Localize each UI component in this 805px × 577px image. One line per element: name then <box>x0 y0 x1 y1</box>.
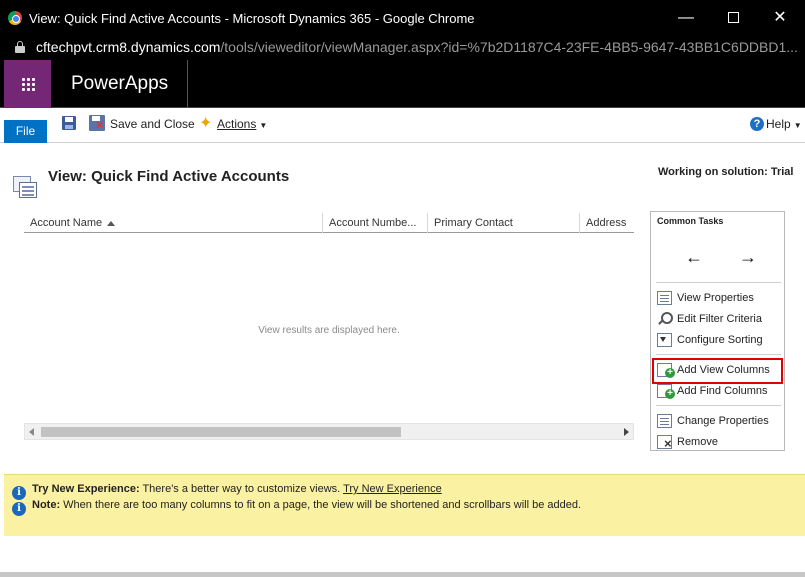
task-label: Remove <box>677 436 718 448</box>
divider <box>656 405 781 406</box>
notice-label: Try New Experience: <box>32 483 140 495</box>
add-find-column-icon <box>657 384 675 399</box>
chevron-down-icon: ▼ <box>259 121 268 130</box>
sort-ascending-icon <box>107 220 116 226</box>
view-properties-icon <box>657 291 672 305</box>
lock-icon <box>15 41 25 53</box>
browser-title-bar: View: Quick Find Active Accounts - Micro… <box>0 0 805 36</box>
filter-icon <box>657 312 673 326</box>
scroll-left-icon[interactable] <box>29 428 34 436</box>
column-header-primary-contact[interactable]: Primary Contact <box>427 213 579 233</box>
waffle-icon <box>21 77 35 91</box>
task-label: Change Properties <box>677 415 769 427</box>
file-tab[interactable]: File <box>4 120 47 143</box>
divider <box>656 282 781 283</box>
app-launcher-button[interactable] <box>4 60 51 108</box>
horizontal-scrollbar[interactable] <box>24 423 634 440</box>
maximize-icon <box>727 12 739 24</box>
help-label: Help <box>766 117 791 131</box>
window-bottom-border <box>0 572 805 577</box>
app-header: PowerApps <box>0 60 805 108</box>
column-header-account-number[interactable]: Account Numbe... <box>322 213 427 233</box>
info-icon: i <box>12 502 26 516</box>
grid-header: Account Name Account Numbe... Primary Co… <box>24 213 634 233</box>
notification-bar: i Try New Experience: There's a better wa… <box>4 474 805 536</box>
empty-results-message: View results are displayed here. <box>258 325 400 336</box>
notice-text: When there are too many columns to fit o… <box>60 499 582 511</box>
save-and-close-button[interactable]: Save and Close <box>110 115 195 133</box>
notice-label: Note: <box>32 499 61 511</box>
task-label: Configure Sorting <box>677 334 763 346</box>
column-label: Account Name <box>30 217 103 229</box>
task-label: View Properties <box>677 292 754 304</box>
actions-label: Actions <box>217 117 257 131</box>
column-header-address[interactable]: Address <box>579 213 634 233</box>
help-icon[interactable]: ? <box>750 117 764 131</box>
sort-icon <box>657 333 672 347</box>
highlight-box <box>652 358 783 384</box>
save-icon[interactable] <box>62 116 76 130</box>
try-new-experience-notice: i Try New Experience: There's a better wa… <box>12 481 442 500</box>
page-title: View: Quick Find Active Accounts <box>48 168 290 185</box>
close-window-button[interactable]: ✕ <box>760 6 800 30</box>
task-label: Edit Filter Criteria <box>677 313 762 325</box>
actions-icon[interactable]: ✦ <box>199 115 217 133</box>
view-grid: Account Name Account Numbe... Primary Co… <box>24 213 634 443</box>
solution-label: Working on solution: Trial <box>658 166 794 178</box>
address-bar[interactable]: cftechpvt.crm8.dynamics.com/tools/viewed… <box>0 36 805 60</box>
common-tasks-header: Common Tasks <box>657 216 724 226</box>
minimize-button[interactable]: — <box>666 6 706 30</box>
view-icon <box>13 176 39 198</box>
change-properties-icon <box>657 414 672 428</box>
column-header-account-name[interactable]: Account Name <box>24 213 322 233</box>
window-title: View: Quick Find Active Accounts - Micro… <box>29 11 475 26</box>
help-menu-button[interactable]: Help ▼ <box>766 115 802 133</box>
url-host: cftechpvt.crm8.dynamics.com <box>36 39 221 55</box>
app-name[interactable]: PowerApps <box>51 60 188 108</box>
scroll-right-icon[interactable] <box>624 428 629 436</box>
notice-text: There's a better way to customize views. <box>139 483 344 495</box>
note-notice: i Note: When there are too many columns t… <box>12 497 582 516</box>
url-text[interactable]: cftechpvt.crm8.dynamics.com/tools/viewed… <box>36 39 798 55</box>
save-close-icon[interactable] <box>89 115 105 131</box>
task-label: Add Find Columns <box>677 385 768 397</box>
chevron-down-icon: ▼ <box>793 121 802 130</box>
remove-icon <box>657 435 672 450</box>
maximize-button[interactable] <box>713 6 753 30</box>
actions-menu-button[interactable]: Actions ▼ <box>217 115 267 133</box>
move-right-arrow-icon[interactable]: → <box>739 248 757 266</box>
try-new-experience-link[interactable]: Try New Experience <box>343 483 442 495</box>
scrollbar-thumb[interactable] <box>41 427 401 437</box>
divider <box>656 354 781 355</box>
url-path: /tools/vieweditor/viewManager.aspx?id=%7… <box>220 39 798 55</box>
move-left-arrow-icon[interactable]: ← <box>685 248 703 266</box>
common-tasks-panel: Common Tasks ← → View Properties Edit Fi… <box>650 211 785 451</box>
chrome-logo-icon <box>8 11 22 25</box>
